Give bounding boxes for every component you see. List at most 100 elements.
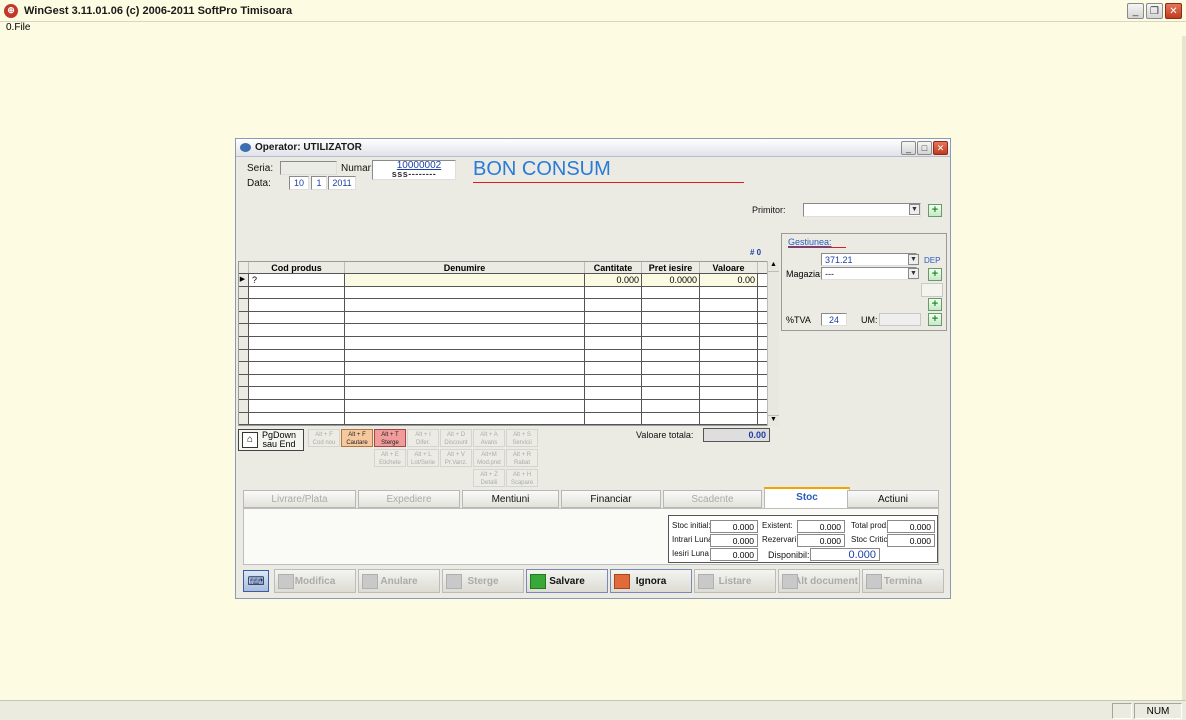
grid-cell[interactable] [585, 362, 642, 374]
shortcut-detalii[interactable]: Alt + Z Detalii [473, 469, 505, 487]
grid-cell[interactable] [700, 349, 758, 362]
tab-financiar[interactable]: Financiar [561, 490, 661, 508]
cell-denumire[interactable] [345, 274, 585, 286]
date-year-field[interactable]: 2011 [328, 176, 356, 190]
alt-document-button[interactable]: Alt document [778, 569, 860, 593]
shortcut-rabat[interactable]: Alt + R Rabat [506, 449, 538, 467]
gestiune-dropdown-icon[interactable]: ▼ [908, 254, 919, 265]
table-row[interactable] [239, 324, 778, 337]
grid-cell[interactable] [585, 299, 642, 311]
cell-cod[interactable]: ? [249, 274, 345, 286]
grid-cell[interactable] [345, 299, 585, 311]
tab-livrare-plata[interactable]: Livrare/Plata [243, 490, 356, 508]
grid-cell[interactable] [585, 311, 642, 324]
shortcut-pr-vanz[interactable]: Alt + V Pr.Vanz. [440, 449, 472, 467]
table-row[interactable] [239, 349, 778, 363]
keyboard-icon[interactable]: ⌨ [243, 570, 269, 592]
grid-cell[interactable] [249, 324, 345, 336]
col-denumire[interactable]: Denumire [345, 262, 585, 273]
modifica-button[interactable]: Modifica [274, 569, 356, 593]
termina-button[interactable]: Termina [862, 569, 944, 593]
grid-cell[interactable] [345, 374, 585, 387]
grid-cell[interactable] [345, 311, 585, 324]
tab-stoc[interactable]: Stoc [764, 487, 850, 509]
grid-cell[interactable] [345, 324, 585, 336]
table-row[interactable] [239, 311, 778, 325]
grid-cell[interactable] [700, 362, 758, 374]
minimize-button[interactable]: _ [1127, 3, 1144, 19]
grid-cell[interactable] [249, 286, 345, 299]
grid-cell[interactable] [642, 399, 700, 412]
gestiune-select[interactable]: 371.21 [821, 253, 917, 266]
shortcut-cautare[interactable]: Alt + F Cautare [341, 429, 373, 447]
grid-cell[interactable] [249, 299, 345, 311]
magazia-select[interactable]: --- [821, 267, 917, 280]
grid-cell[interactable] [700, 412, 758, 425]
grid-cell[interactable] [642, 362, 700, 374]
grid-cell[interactable] [345, 286, 585, 299]
grid-cell[interactable] [700, 387, 758, 399]
date-month-field[interactable]: 1 [311, 176, 327, 190]
grid-cell[interactable] [345, 399, 585, 412]
grid-cell[interactable] [642, 286, 700, 299]
grid-cell[interactable] [345, 412, 585, 425]
menu-file[interactable]: 0.File [6, 22, 30, 33]
grid-cell[interactable] [585, 349, 642, 362]
grid-cell[interactable] [345, 349, 585, 362]
grid-cell[interactable] [345, 362, 585, 374]
tab-mentiuni[interactable]: Mentiuni [462, 490, 559, 508]
table-row[interactable] [239, 387, 778, 400]
shortcut-avans[interactable]: Alt + A Avans [473, 429, 505, 447]
shortcut-difer[interactable]: Alt + I Difer. [407, 429, 439, 447]
cell-valoare[interactable]: 0.00 [700, 274, 758, 286]
table-row[interactable] [239, 362, 778, 375]
numar-field[interactable]: 10000002 sss-------- [372, 160, 456, 180]
shortcut-scapare[interactable]: Alt + H Scapare [506, 469, 538, 487]
pgdown-button[interactable]: ⌂ PgDown sau End [238, 429, 304, 451]
cell-cantitate[interactable]: 0.000 [585, 274, 642, 286]
tab-expediere[interactable]: Expediere [358, 490, 460, 508]
shortcut-sterge[interactable]: Alt + T Sterge [374, 429, 406, 447]
grid-cell[interactable] [345, 387, 585, 399]
dep-link[interactable]: DEP [924, 256, 940, 265]
grid-cell[interactable] [585, 324, 642, 336]
grid-cell[interactable] [642, 387, 700, 399]
listare-button[interactable]: Listare [694, 569, 776, 593]
col-pret-iesire[interactable]: Pret iesire [642, 262, 700, 273]
grid-cell[interactable] [249, 349, 345, 362]
dialog-maximize-button[interactable]: □ [917, 141, 932, 155]
table-row[interactable] [239, 374, 778, 388]
table-row[interactable] [239, 336, 778, 350]
primitor-select[interactable] [803, 203, 921, 217]
cell-pret[interactable]: 0.0000 [642, 274, 700, 286]
add-icon[interactable]: + [928, 298, 942, 311]
grid-cell[interactable] [585, 399, 642, 412]
close-button[interactable]: ✕ [1165, 3, 1182, 19]
grid-cell[interactable] [700, 311, 758, 324]
grid-cell[interactable] [249, 387, 345, 399]
grid-cell[interactable] [249, 311, 345, 324]
primitor-dropdown-icon[interactable]: ▼ [909, 204, 920, 215]
grid-cell[interactable] [249, 336, 345, 349]
grid-cell[interactable] [585, 412, 642, 425]
shortcut-cod-nou[interactable]: Alt + F Cod nou [308, 429, 340, 447]
col-valoare[interactable]: Valoare [700, 262, 758, 273]
grid-cell[interactable] [642, 412, 700, 425]
grid-cell[interactable] [700, 324, 758, 336]
tab-scadente[interactable]: Scadente [663, 490, 762, 508]
anulare-button[interactable]: Anulare [358, 569, 440, 593]
dialog-close-button[interactable]: ✕ [933, 141, 948, 155]
seria-field[interactable] [280, 161, 337, 175]
grid-scrollbar[interactable]: ▲ ▼ [767, 261, 779, 426]
scroll-up-icon[interactable]: ▲ [768, 261, 779, 272]
scroll-down-icon[interactable]: ▼ [768, 415, 779, 426]
grid-cell[interactable] [642, 299, 700, 311]
table-row[interactable] [239, 299, 778, 312]
col-cantitate[interactable]: Cantitate [585, 262, 642, 273]
table-row[interactable] [239, 412, 778, 425]
date-day-field[interactable]: 10 [289, 176, 309, 190]
shortcut-lot-serie[interactable]: Alt + L Lot/Serie [407, 449, 439, 467]
shortcut-servicii[interactable]: Alt + S Servicii [506, 429, 538, 447]
grid-cell[interactable] [249, 412, 345, 425]
grid-cell[interactable] [249, 399, 345, 412]
